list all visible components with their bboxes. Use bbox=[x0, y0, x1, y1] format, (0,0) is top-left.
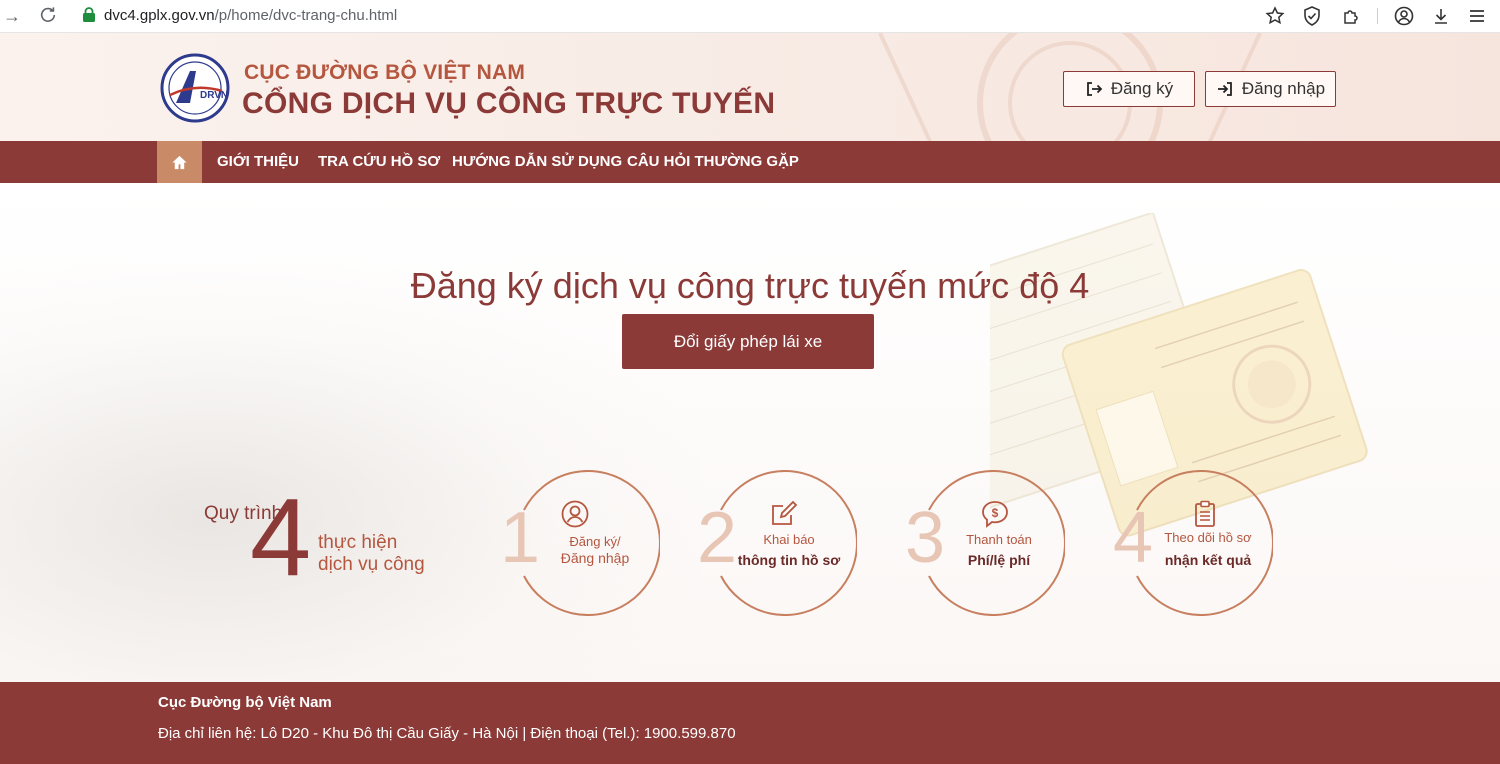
shield-extension-icon[interactable] bbox=[1301, 5, 1323, 27]
download-icon[interactable] bbox=[1430, 5, 1452, 27]
sign-in-icon bbox=[1217, 82, 1232, 96]
step-line2: thông tin hồ sơ bbox=[737, 552, 841, 568]
process-label-line1: thực hiện bbox=[318, 532, 398, 553]
process-step-4[interactable]: 4 Theo dõi hồ sơ nhận kết quả bbox=[1113, 470, 1273, 616]
main-nav: GIỚI THIỆU TRA CỨU HỒ SƠ HƯỚNG DẪN SỬ DỤ… bbox=[0, 141, 1500, 183]
drvn-logo: DRVN bbox=[160, 53, 230, 123]
login-button[interactable]: Đăng nhập bbox=[1205, 71, 1336, 107]
reload-icon[interactable] bbox=[38, 6, 58, 26]
step-line1: Thanh toán bbox=[966, 532, 1032, 547]
nav-item-lookup[interactable]: TRA CỨU HỒ SƠ bbox=[318, 141, 440, 183]
payment-icon: $ bbox=[982, 501, 1008, 528]
step-number: 1 bbox=[500, 498, 541, 578]
register-label: Đăng ký bbox=[1110, 79, 1174, 98]
site-header: DRVN CỤC ĐƯỜNG BỘ VIỆT NAM CỔNG DỊCH VỤ … bbox=[0, 33, 1500, 141]
step-line2: Phí/lệ phí bbox=[967, 552, 1031, 568]
forward-icon[interactable]: → bbox=[2, 6, 22, 26]
menu-icon[interactable] bbox=[1466, 5, 1488, 27]
site-footer: Cục Đường bộ Việt Nam Địa chỉ liên hệ: L… bbox=[0, 682, 1500, 764]
footer-org-name: Cục Đường bộ Việt Nam bbox=[158, 694, 332, 711]
hero-title: Đăng ký dịch vụ công trực tuyến mức độ 4 bbox=[410, 265, 1090, 306]
step-number: 2 bbox=[697, 498, 738, 578]
process-big-number: 4 bbox=[250, 476, 312, 599]
step-line1: Khai báo bbox=[763, 532, 815, 547]
change-license-button[interactable]: Đổi giấy phép lái xe bbox=[622, 314, 874, 369]
login-label: Đăng nhập bbox=[1241, 79, 1326, 98]
register-button[interactable]: Đăng ký bbox=[1063, 71, 1195, 107]
svg-text:DRVN: DRVN bbox=[200, 90, 228, 101]
user-icon bbox=[561, 500, 589, 528]
process-step-1[interactable]: 1 Đăng ký/ Đăng nhập bbox=[500, 470, 660, 616]
profile-icon[interactable] bbox=[1393, 5, 1415, 27]
process-label-line2: dịch vụ công bbox=[318, 554, 425, 575]
address-bar[interactable]: dvc4.gplx.gov.vn/p/home/dvc-trang-chu.ht… bbox=[72, 1, 1328, 30]
extensions-puzzle-icon[interactable] bbox=[1341, 5, 1363, 27]
secure-lock-icon[interactable] bbox=[82, 7, 96, 23]
edit-icon bbox=[772, 500, 798, 525]
step-line1: Đăng ký/ bbox=[569, 534, 621, 549]
nav-item-faq[interactable]: CÂU HỎI THƯỜNG GẶP bbox=[627, 141, 799, 183]
hero-section: Đăng ký dịch vụ công trực tuyến mức độ 4… bbox=[0, 183, 1500, 682]
step-number: 4 bbox=[1113, 498, 1154, 578]
home-icon bbox=[172, 155, 187, 169]
process-step-3[interactable]: 3 $ Thanh toán Phí/lệ phí bbox=[905, 470, 1065, 616]
clipboard-icon bbox=[1195, 500, 1215, 527]
step-number: 3 bbox=[905, 498, 946, 578]
svg-text:$: $ bbox=[992, 506, 999, 520]
step-line2: nhận kết quả bbox=[1164, 552, 1252, 568]
org-name: CỤC ĐƯỜNG BỘ VIỆT NAM bbox=[244, 61, 526, 84]
nav-item-guide[interactable]: HƯỚNG DẪN SỬ DỤNG bbox=[452, 141, 622, 183]
nav-item-intro[interactable]: GIỚI THIỆU bbox=[217, 141, 299, 183]
url-text[interactable]: dvc4.gplx.gov.vn/p/home/dvc-trang-chu.ht… bbox=[104, 7, 397, 24]
step-line2: Đăng nhập bbox=[560, 550, 630, 566]
nav-home[interactable] bbox=[157, 141, 202, 183]
step-line1: Theo dõi hồ sơ bbox=[1164, 530, 1252, 545]
bookmark-star-icon[interactable] bbox=[1264, 5, 1286, 27]
toolbar-divider bbox=[1377, 8, 1378, 24]
sign-up-icon bbox=[1086, 82, 1103, 96]
browser-toolbar: → dvc4.gplx.gov.vn/p/home/dvc-trang-chu.… bbox=[0, 0, 1500, 33]
portal-name: CỔNG DỊCH VỤ CÔNG TRỰC TUYẾN bbox=[242, 87, 776, 120]
process-step-2[interactable]: 2 Khai báo thông tin hồ sơ bbox=[697, 470, 857, 616]
footer-contact: Địa chỉ liên hệ: Lô D20 - Khu Đô thị Cầu… bbox=[158, 725, 736, 742]
